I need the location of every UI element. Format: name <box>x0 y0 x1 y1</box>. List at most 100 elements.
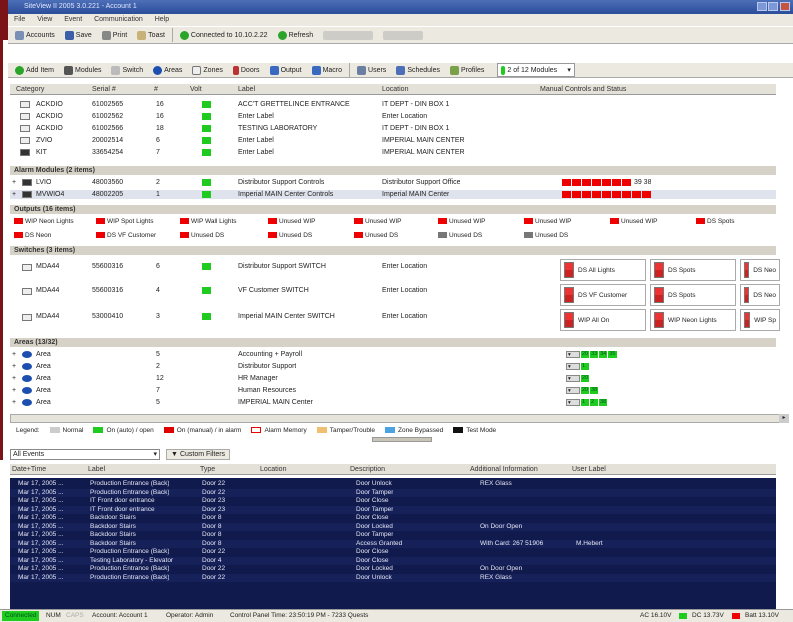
event-row[interactable]: Mar 17, 2005 ... Production Entrance (Bac… <box>10 565 776 573</box>
output-item[interactable]: Unused DS <box>438 232 482 239</box>
output-item[interactable]: Unused WIP <box>354 218 402 225</box>
table-row[interactable]: + Area 7 Human Resources ▾ 20 38 <box>10 386 776 395</box>
switch-card[interactable]: WIP All On <box>560 309 646 331</box>
areas-button[interactable]: Areas <box>150 63 185 77</box>
toast-button[interactable]: Toast <box>134 28 168 42</box>
scroll-right-arrow[interactable]: ▸ <box>779 414 789 423</box>
event-row[interactable]: Mar 17, 2005 ... Testing Laboratory - Ele… <box>10 556 776 565</box>
output-item[interactable]: Unused WIP <box>268 218 316 225</box>
connection-status-button[interactable]: Connected to 10.10.2.22 <box>177 28 271 42</box>
event-header-description[interactable]: Description <box>350 464 385 475</box>
event-row[interactable]: Mar 17, 2005 ... IT Front door entrance Do… <box>10 505 776 514</box>
menu-communication[interactable]: Communication <box>94 16 143 23</box>
switch-card[interactable]: DS All Lights <box>560 259 646 281</box>
output-item[interactable]: Unused WIP <box>610 218 658 225</box>
output-item[interactable]: WIP Neon Lights <box>14 218 74 225</box>
output-item[interactable]: WIP Wall Lights <box>180 218 237 225</box>
macro-button[interactable]: Macro <box>309 63 345 77</box>
event-row[interactable]: Mar 17, 2005 ... Backdoor Stairs Door 8 Doo… <box>10 514 776 522</box>
switch-card[interactable]: WIP Sp <box>740 309 780 331</box>
event-filter-select[interactable]: All Events ▾ <box>10 448 160 460</box>
switch-toggle-icon[interactable] <box>654 287 664 303</box>
event-row[interactable]: Mar 17, 2005 ... Production Entrance (Bac… <box>10 573 776 582</box>
profiles-button[interactable]: Profiles <box>447 63 487 77</box>
grid-horizontal-scrollbar[interactable] <box>10 414 780 423</box>
event-header-label[interactable]: Label <box>88 464 105 475</box>
output-item[interactable]: Unused DS <box>180 232 224 239</box>
table-row[interactable]: + Area 2 Distributor Support ▾ 1 <box>10 362 776 371</box>
output-item[interactable]: Unused DS <box>268 232 312 239</box>
modules-button[interactable]: Modules <box>61 63 104 77</box>
event-header-type[interactable]: Type <box>200 464 215 475</box>
header-location[interactable]: Location <box>382 84 408 95</box>
print-button[interactable]: Print <box>99 28 130 42</box>
expand-icon[interactable]: + <box>12 398 16 407</box>
output-item[interactable]: Unused DS <box>354 232 398 239</box>
section-areas[interactable]: Areas (13/32) <box>10 338 776 347</box>
expand-icon[interactable]: + <box>12 190 16 199</box>
table-row[interactable]: + Area 12 HR Manager ▾ 20 <box>10 374 776 383</box>
menu-help[interactable]: Help <box>155 16 169 23</box>
output-item[interactable]: Unused WIP <box>438 218 486 225</box>
module-select[interactable]: 2 of 12 Modules ▾ <box>497 63 575 77</box>
header-serial[interactable]: Serial # <box>92 84 116 95</box>
custom-filters-button[interactable]: ▼ Custom Filters <box>166 448 231 460</box>
area-arm-dropdown[interactable]: ▾ <box>566 387 580 394</box>
event-row[interactable]: Mar 17, 2005 ... Backdoor Stairs Door 8 Doo… <box>10 522 776 531</box>
switch-card[interactable]: WIP Neon Lights <box>650 309 736 331</box>
table-row[interactable]: KIT 33654254 7 Enter Label IMPERIAL MAIN… <box>10 148 776 157</box>
switch-toggle-icon[interactable] <box>564 312 574 328</box>
switch-card[interactable]: DS Spots <box>650 259 736 281</box>
event-row[interactable]: Mar 17, 2005 ... IT Front door entrance Do… <box>10 497 776 505</box>
area-arm-dropdown[interactable]: ▾ <box>566 351 580 358</box>
disabled-button-2[interactable] <box>380 28 426 42</box>
event-header-location[interactable]: Location <box>260 464 286 475</box>
output-button[interactable]: Output <box>267 63 305 77</box>
area-arm-dropdown[interactable]: ▾ <box>566 375 580 382</box>
header-category[interactable]: Category <box>16 84 44 95</box>
users-button[interactable]: Users <box>354 63 389 77</box>
switch-toggle-icon[interactable] <box>564 287 574 303</box>
switch-toggle-icon[interactable] <box>564 262 574 278</box>
table-row[interactable]: ACKDIO 61002566 18 TESTING LABORATORY IT… <box>10 124 776 133</box>
expand-icon[interactable]: + <box>12 362 16 371</box>
accounts-button[interactable]: Accounts <box>12 28 58 42</box>
section-switches[interactable]: Switches (3 items) <box>10 246 776 255</box>
switch-toggle-icon[interactable] <box>744 262 750 278</box>
close-button[interactable] <box>780 2 790 11</box>
event-row[interactable]: Mar 17, 2005 ... Backdoor Stairs Door 8 Acc… <box>10 539 776 548</box>
schedules-button[interactable]: Schedules <box>393 63 443 77</box>
switch-card[interactable]: DS Neo <box>740 284 780 306</box>
minimize-button[interactable] <box>757 2 767 11</box>
switch-toggle-icon[interactable] <box>654 312 664 328</box>
table-row[interactable]: + Area 5 Accounting + Payroll ▾ 20 33 34 35 <box>10 350 776 359</box>
switch-toggle-icon[interactable] <box>654 262 664 278</box>
table-row[interactable]: + MVWIO4 48002205 1 Imperial MAIN Center… <box>10 190 776 199</box>
maximize-button[interactable] <box>768 2 778 11</box>
switch-card[interactable]: DS Spots <box>650 284 736 306</box>
output-item[interactable]: Unused WIP <box>524 218 572 225</box>
table-row[interactable]: + Area 5 IMPERIAL MAIN Center ▾ 1 2 38 <box>10 398 776 407</box>
area-arm-dropdown[interactable]: ▾ <box>566 363 580 370</box>
expand-icon[interactable]: + <box>12 178 16 187</box>
header-num[interactable]: # <box>154 84 158 95</box>
menu-view[interactable]: View <box>37 16 52 23</box>
save-button[interactable]: Save <box>62 28 95 42</box>
table-row[interactable]: + LVIO 48003560 2 Distributor Support Co… <box>10 178 776 187</box>
header-volt[interactable]: Volt <box>190 84 202 95</box>
refresh-button[interactable]: Refresh <box>275 28 317 42</box>
event-row[interactable]: Mar 17, 2005 ... Production Entrance (Bac… <box>10 488 776 497</box>
panel-splitter[interactable] <box>372 437 432 442</box>
add-item-button[interactable]: Add Item <box>12 63 57 77</box>
event-header-user[interactable]: User Label <box>572 464 606 475</box>
event-row[interactable]: Mar 17, 2005 ... Production Entrance (Bac… <box>10 480 776 488</box>
doors-button[interactable]: Doors <box>230 63 263 77</box>
header-label[interactable]: Label <box>238 84 255 95</box>
event-header-additional[interactable]: Additional Information <box>470 464 538 475</box>
event-header-date[interactable]: Date+Time <box>12 464 46 475</box>
table-row[interactable]: ZVIO 20002514 6 Enter Label IMPERIAL MAI… <box>10 136 776 145</box>
header-manual[interactable]: Manual Controls and Status <box>540 84 626 95</box>
section-outputs[interactable]: Outputs (16 items) <box>10 205 776 214</box>
expand-icon[interactable]: + <box>12 374 16 383</box>
section-alarm-modules[interactable]: Alarm Modules (2 items) <box>10 166 776 175</box>
